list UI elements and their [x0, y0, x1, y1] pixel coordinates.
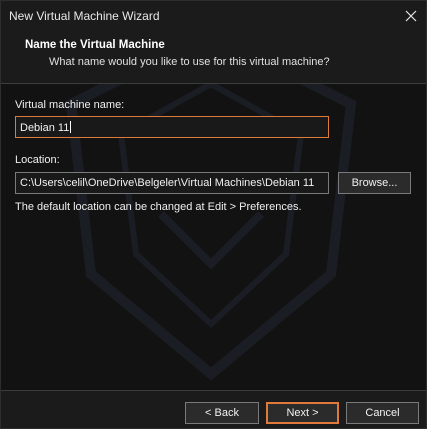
window-title: New Virtual Machine Wizard: [9, 9, 160, 23]
header-subtitle: What name would you like to use for this…: [49, 56, 330, 68]
location-value: C:\Users\celil\OneDrive\Belgeler\Virtual…: [20, 177, 315, 189]
location-label: Location:: [15, 154, 60, 166]
header-title: Name the Virtual Machine: [25, 39, 165, 51]
close-icon: [405, 10, 417, 22]
title-bar: New Virtual Machine Wizard: [1, 1, 426, 31]
vm-name-value: Debian 11: [20, 122, 70, 134]
wizard-footer: < Back Next > Cancel: [1, 391, 426, 428]
close-button[interactable]: [396, 1, 426, 31]
browse-button[interactable]: Browse...: [338, 172, 411, 194]
vm-name-input[interactable]: Debian 11: [15, 116, 329, 138]
wizard-header: Name the Virtual Machine What name would…: [1, 31, 426, 83]
back-button[interactable]: < Back: [185, 402, 259, 424]
text-caret: [70, 121, 72, 133]
wizard-window: New Virtual Machine Wizard Name the Virt…: [0, 0, 427, 429]
next-button[interactable]: Next >: [266, 402, 339, 424]
vm-name-label: Virtual machine name:: [15, 99, 125, 111]
wizard-body: Virtual machine name: Debian 11 Location…: [1, 84, 426, 390]
location-input[interactable]: C:\Users\celil\OneDrive\Belgeler\Virtual…: [15, 172, 329, 194]
location-hint: The default location can be changed at E…: [15, 201, 302, 213]
cancel-button[interactable]: Cancel: [346, 402, 419, 424]
